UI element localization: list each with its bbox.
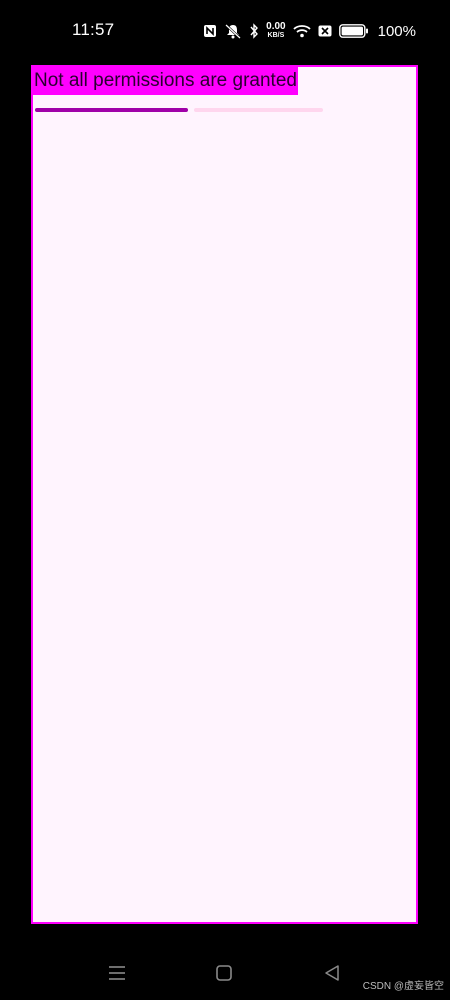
navigation-bar: CSDN @虚妄皆空 (0, 950, 450, 1000)
menu-icon[interactable] (106, 962, 128, 984)
mute-icon (224, 23, 242, 39)
status-icons: 0.00 KB/S 100% (203, 19, 416, 43)
back-icon[interactable] (321, 962, 343, 984)
status-bar: 11:57 0.00 KB/S 100% (0, 0, 450, 60)
net-speed: 0.00 KB/S (266, 22, 285, 40)
progress-fill (35, 108, 188, 112)
home-icon[interactable] (213, 962, 235, 984)
status-time: 11:57 (72, 20, 115, 39)
net-speed-unit: KB/S (267, 32, 285, 39)
progress-rest (193, 108, 323, 112)
nfc-icon (203, 24, 217, 38)
sim-off-icon (318, 25, 332, 37)
battery-icon (338, 24, 369, 38)
permission-message: Not all permissions are granted (33, 67, 298, 95)
bluetooth-icon (249, 23, 259, 39)
net-speed-value: 0.00 (266, 21, 286, 32)
progress-indicator (35, 108, 323, 112)
progress-track (35, 108, 323, 112)
app-content: Not all permissions are granted (31, 65, 418, 924)
watermark: CSDN @虚妄皆空 (362, 981, 444, 992)
battery-percent: 100% (377, 22, 416, 40)
wifi-icon (292, 24, 311, 38)
